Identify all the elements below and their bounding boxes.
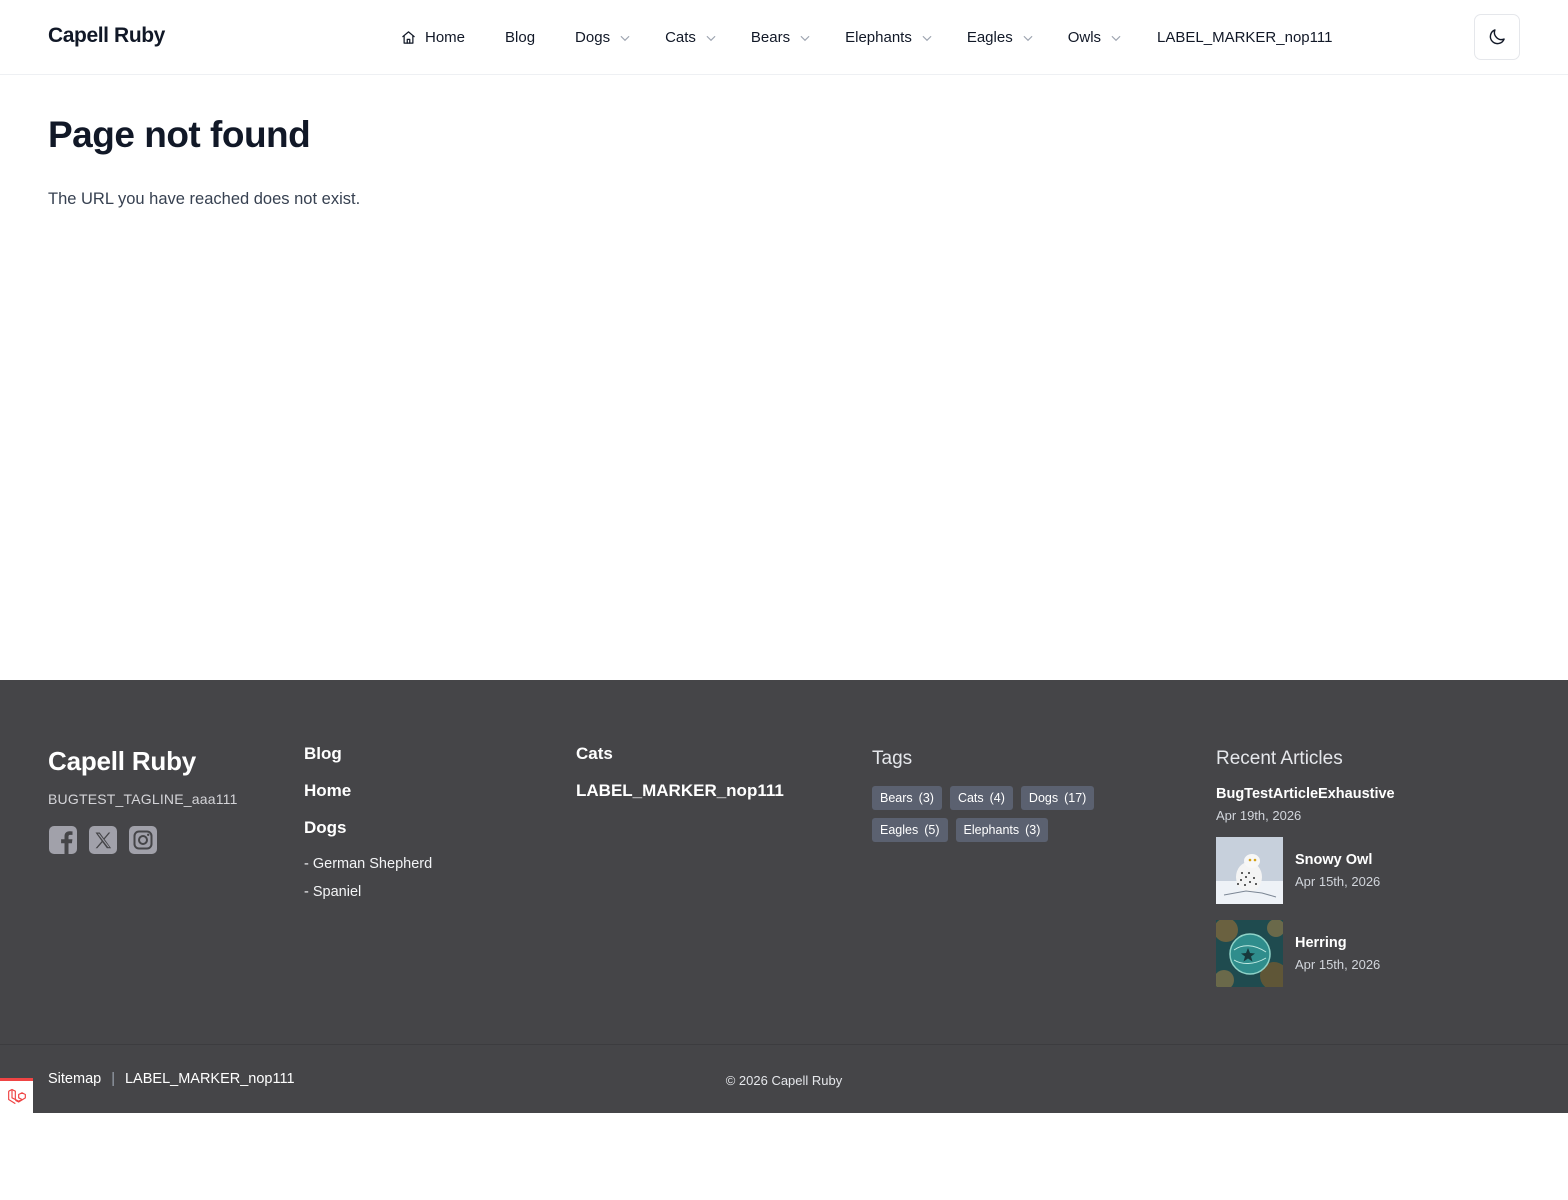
footer-tagline: BUGTEST_TAGLINE_aaa111 <box>48 791 238 807</box>
site-logo[interactable]: Capell Ruby <box>48 24 165 48</box>
tag-eagles[interactable]: Eagles (5) <box>872 818 948 842</box>
social-links <box>48 825 158 855</box>
tag-count: (5) <box>924 823 940 837</box>
footer-sublink-german-shepherd[interactable]: - German Shepherd <box>304 855 432 883</box>
footer-links-col-2: Cats LABEL_MARKER_nop111 <box>576 744 784 818</box>
nav-label: Bears <box>750 29 791 46</box>
footer-brand[interactable]: Capell Ruby <box>48 746 196 777</box>
herring-thumbnail[interactable] <box>1216 920 1283 987</box>
nav-label: LABEL_MARKER_nop111 <box>1157 29 1333 46</box>
home-icon <box>401 30 416 45</box>
footer-link-home[interactable]: Home <box>304 781 432 818</box>
footer-link-cats[interactable]: Cats <box>576 744 784 781</box>
article-meta: Snowy Owl Apr 15th, 2026 <box>1295 852 1380 889</box>
tag-dogs[interactable]: Dogs (17) <box>1020 786 1095 810</box>
error-message: The URL you have reached does not exist. <box>48 190 361 208</box>
tag-name: Cats <box>957 791 984 805</box>
debugbar-toggle-button[interactable] <box>0 1078 33 1113</box>
nav-label: Owls <box>1067 29 1102 46</box>
article-date: Apr 19th, 2026 <box>1216 808 1302 823</box>
footer-link-blog[interactable]: Blog <box>304 744 432 781</box>
chevron-down-icon <box>1021 31 1035 45</box>
nav-item-cats[interactable]: Cats <box>665 18 718 58</box>
theme-toggle-button[interactable] <box>1474 14 1520 60</box>
copyright-text: © 2026 Capell Ruby <box>725 1073 843 1088</box>
article-item: Snowy Owl Apr 15th, 2026 <box>1216 837 1395 904</box>
tag-count: (3) <box>918 791 934 805</box>
tag-elephants[interactable]: Elephants (3) <box>955 818 1049 842</box>
nav-label: Eagles <box>966 29 1013 46</box>
instagram-icon[interactable] <box>128 825 158 855</box>
tag-list: Bears (3) Cats (4) Dogs (17) Eagles (5) Elep… <box>872 786 1112 842</box>
nav-label: Cats <box>665 29 696 46</box>
tag-name: Dogs <box>1028 791 1059 805</box>
article-title[interactable]: BugTestArticleExhaustive <box>1216 786 1395 802</box>
tags-heading: Tags <box>872 748 913 769</box>
footer-link-dogs[interactable]: Dogs <box>304 818 432 855</box>
tag-count: (4) <box>989 791 1005 805</box>
nav-item-elephants[interactable]: Elephants <box>845 18 934 58</box>
footer-link-label-marker[interactable]: LABEL_MARKER_nop111 <box>576 781 784 818</box>
nav-item-dogs[interactable]: Dogs <box>575 18 632 58</box>
x-icon[interactable] <box>88 825 118 855</box>
main-nav: Home Blog Dogs Cats Bears Elephants Eagl… <box>401 0 1332 75</box>
nav-label: Elephants <box>845 29 912 46</box>
chevron-down-icon <box>1109 31 1123 45</box>
facebook-icon[interactable] <box>48 825 78 855</box>
tag-count: (17) <box>1064 791 1087 805</box>
moon-icon <box>1487 27 1507 47</box>
article-title[interactable]: Herring <box>1295 935 1380 951</box>
nav-label: Home <box>425 29 466 46</box>
site-footer: Capell Ruby BUGTEST_TAGLINE_aaa111 Blog … <box>0 680 1568 1113</box>
article-date: Apr 15th, 2026 <box>1295 957 1381 972</box>
nav-item-blog[interactable]: Blog <box>505 18 535 58</box>
chevron-down-icon <box>798 31 812 45</box>
chevron-down-icon <box>704 31 718 45</box>
tag-cats[interactable]: Cats (4) <box>949 786 1013 810</box>
recent-articles: Recent Articles BugTestArticleExhaustive… <box>1216 746 1395 987</box>
laravel-logo-icon <box>7 1087 27 1107</box>
site-header: Capell Ruby Home Blog Dogs Cats Bears El… <box>0 0 1568 75</box>
footer-tags: Tags Bears (3) Cats (4) Dogs (17) Eagles (5)… <box>872 746 1112 842</box>
chevron-down-icon <box>618 31 632 45</box>
nav-item-home[interactable]: Home <box>401 18 465 58</box>
nav-item-owls[interactable]: Owls <box>1068 18 1123 58</box>
article-date: Apr 15th, 2026 <box>1295 874 1381 889</box>
tag-bears[interactable]: Bears (3) <box>872 786 942 810</box>
page-title: Page not found <box>48 114 311 155</box>
footer-links-col-1: Blog Home Dogs - German Shepherd - Spani… <box>304 744 432 911</box>
nav-label: Blog <box>505 29 536 46</box>
footer-bottom-bar: Sitemap | LABEL_MARKER_nop111 © 2026 Cap… <box>0 1044 1568 1113</box>
tag-count: (3) <box>1025 823 1041 837</box>
tag-name: Bears <box>880 791 913 805</box>
nav-item-eagles[interactable]: Eagles <box>967 18 1035 58</box>
article-title[interactable]: Snowy Owl <box>1295 852 1380 868</box>
nav-item-label-marker[interactable]: LABEL_MARKER_nop111 <box>1157 18 1332 58</box>
article-item: BugTestArticleExhaustive Apr 19th, 2026 <box>1216 786 1395 823</box>
tag-name: Eagles <box>880 823 919 837</box>
recent-articles-heading: Recent Articles <box>1216 748 1343 769</box>
article-item: Herring Apr 15th, 2026 <box>1216 920 1395 987</box>
chevron-down-icon <box>920 31 934 45</box>
nav-label: Dogs <box>575 29 611 46</box>
footer-sublink-spaniel[interactable]: - Spaniel <box>304 883 432 911</box>
article-meta: Herring Apr 15th, 2026 <box>1295 935 1380 972</box>
nav-item-bears[interactable]: Bears <box>751 18 812 58</box>
tag-name: Elephants <box>963 823 1020 837</box>
snowy-owl-thumbnail[interactable] <box>1216 837 1283 904</box>
